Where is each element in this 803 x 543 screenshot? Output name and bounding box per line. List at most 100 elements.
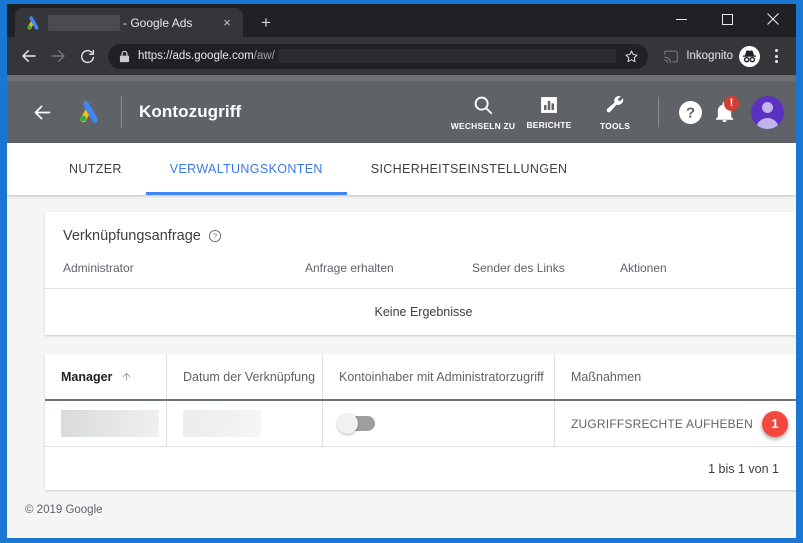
reload-icon [80,49,94,63]
step-badge-1: 1 [761,410,788,437]
maximize-icon [721,13,733,25]
help-circle-icon[interactable]: ? [208,229,222,243]
back-arrow-icon [22,50,36,62]
toolbar-item-switch-to[interactable]: WECHSELN ZU [450,94,516,131]
column-header-datum[interactable]: Datum der Verknüpfung [167,354,323,399]
close-window-button[interactable] [750,4,796,34]
new-tab-button[interactable]: + [252,9,280,37]
app-header-bar: Kontozugriff WECHSELN ZU BERICHTE TOOLS … [7,81,796,143]
browser-window: - Google Ads × + https://ads.google.com/… [0,0,803,543]
cell-manager [45,401,167,446]
browser-menu-button[interactable] [765,43,787,69]
revoke-access-button[interactable]: ZUGRIFFSRECHTE AUFHEBEN [571,417,753,431]
column-header-kontoinhaber[interactable]: Kontoinhaber mit Administratorzugriff [323,354,555,399]
url-redacted-segment [278,49,617,63]
manager-table-header: Manager Datum der Verknüpfung Kontoinhab… [45,354,796,401]
close-icon [767,13,779,25]
browser-tab[interactable]: - Google Ads × [15,8,243,37]
forward-button[interactable] [45,43,71,69]
tab-close-icon[interactable]: × [219,15,235,31]
admin-access-toggle[interactable] [337,413,375,434]
page-title: Kontozugriff [139,102,242,121]
toolbar-item-label: WECHSELN ZU [450,120,516,131]
menu-dot [774,49,778,52]
help-icon: ? [678,100,702,124]
manager-table-card: Manager Datum der Verknüpfung Kontoinhab… [45,354,796,490]
app-back-button[interactable] [27,97,57,127]
appbar-divider [121,96,122,128]
column-header-manager-label: Manager [61,369,113,384]
incognito-icon [742,49,757,62]
page-tabs: NUTZER VERWALTUNGSKONTEN SICHERHEITSEINS… [7,143,796,195]
appbar-divider-2 [658,97,659,127]
link-request-empty-state: Keine Ergebnisse [374,305,473,319]
column-header-anfrage-erhalten: Anfrage erhalten [305,261,394,275]
minimize-icon [675,18,687,20]
arrow-up-icon [122,372,131,381]
google-ads-favicon [27,15,39,30]
toolbar-right-section: Inkognito [658,43,787,69]
bar-chart-icon [541,96,557,113]
table-row: ZUGRIFFSRECHTE AUFHEBEN 1 [45,401,796,447]
tab-verwaltungskonten[interactable]: VERWALTUNGSKONTEN [145,143,347,195]
browser-tab-strip: - Google Ads × + [7,4,796,37]
tab-title-redacted [48,14,120,31]
address-bar[interactable]: https://ads.google.com/aw/ [108,43,649,69]
tab-sicherheitseinstellungen[interactable]: SICHERHEITSEINSTELLUNGEN [347,143,592,195]
forward-arrow-icon [51,50,65,62]
toolbar-item-reports[interactable]: BERICHTE [516,95,582,130]
google-ads-logo[interactable] [76,99,102,125]
browser-toolbar: https://ads.google.com/aw/ Inkognito [7,37,796,75]
avatar-head [762,101,773,113]
user-avatar[interactable] [751,95,784,129]
toggle-knob [337,413,358,434]
link-request-card: Verknüpfungsanfrage ? Administrator Anfr… [45,212,796,335]
column-header-manager[interactable]: Manager [45,354,167,399]
cell-admin-access [323,401,555,446]
toolbar-item-label: BERICHTE [526,119,572,130]
window-controls [658,4,796,34]
toolbar-item-tools[interactable]: TOOLS [582,94,648,131]
link-request-column-headers: Administrator Anfrage erhalten Sender de… [45,244,796,289]
notifications-button[interactable]: ! [707,95,741,129]
column-header-administrator: Administrator [63,261,134,275]
back-arrow-icon [34,105,50,119]
avatar-body [756,117,779,129]
incognito-avatar[interactable] [739,45,760,67]
minimize-button[interactable] [658,4,704,34]
wrench-icon [606,95,624,112]
card-title: Verknüpfungsanfrage [63,228,201,244]
table-pagination: 1 bis 1 von 1 [708,461,779,476]
reload-button[interactable] [74,43,100,69]
cell-massnahmen: ZUGRIFFSRECHTE AUFHEBEN 1 [555,401,796,446]
cast-icon [664,50,679,63]
url-path: /aw/ [253,50,275,62]
tab-title: - Google Ads [123,15,193,30]
maximize-button[interactable] [704,4,750,34]
google-ads-app: Kontozugriff WECHSELN ZU BERICHTE TOOLS … [7,81,796,538]
url-origin: https://ads.google.com [138,50,254,62]
copyright-text: © 2019 Google [25,504,103,516]
column-header-sender-des-links: Sender des Links [472,261,565,275]
svg-text:?: ? [213,232,217,241]
menu-dot [774,60,778,63]
cast-button[interactable] [658,49,684,64]
svg-text:?: ? [685,104,694,121]
tab-nutzer[interactable]: NUTZER [45,143,146,195]
column-header-aktionen: Aktionen [620,261,667,275]
search-icon [474,96,493,114]
address-bar-url: https://ads.google.com/aw/ [138,50,275,62]
link-date-redacted [183,410,261,437]
bookmark-star-icon[interactable] [624,49,639,64]
menu-dot [774,54,778,58]
cell-datum [167,401,323,446]
column-header-massnahmen[interactable]: Maßnahmen [555,354,796,399]
card-title-row: Verknüpfungsanfrage ? [45,212,796,244]
browser-window-inner: - Google Ads × + https://ads.google.com/… [7,4,796,538]
back-button[interactable] [16,43,42,69]
lock-icon [119,50,130,62]
manager-name-redacted [61,410,159,437]
page-content: Verknüpfungsanfrage ? Administrator Anfr… [7,195,796,516]
toolbar-item-label: TOOLS [599,120,631,131]
help-button[interactable]: ? [673,95,707,129]
